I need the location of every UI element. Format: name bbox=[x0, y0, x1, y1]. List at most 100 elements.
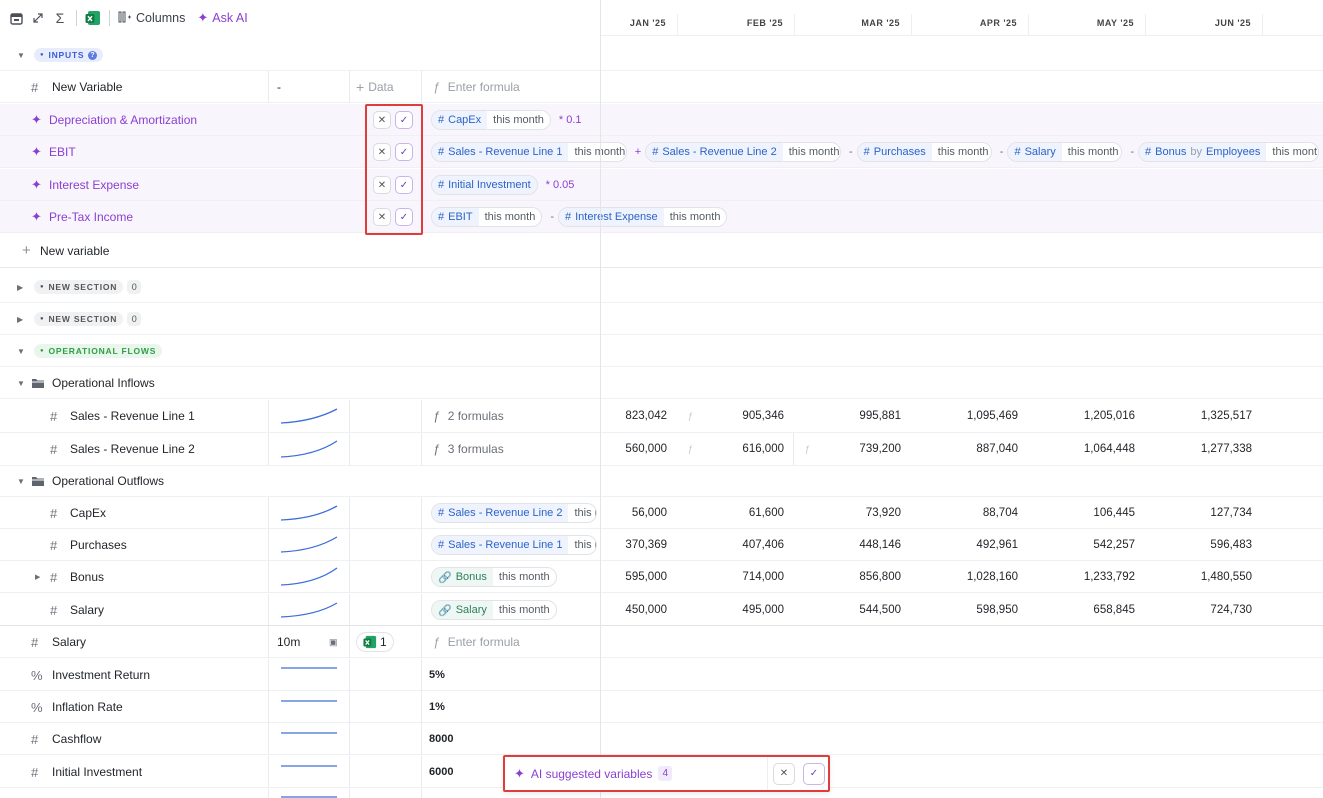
variable-row[interactable]: % Investment Return 5% bbox=[0, 659, 1323, 691]
variable-name[interactable]: EBIT bbox=[49, 136, 76, 168]
variable-row[interactable]: # Salary 10m ▣ 1 ƒ Enter formula bbox=[0, 626, 1323, 658]
variable-value[interactable]: - bbox=[277, 71, 281, 103]
excel-icon[interactable] bbox=[85, 10, 101, 26]
variable-row[interactable]: # Salary 🔗 Salary this month 450,000 495,0… bbox=[0, 594, 1323, 626]
formula-summary[interactable]: ƒ 3 formulas bbox=[433, 433, 504, 465]
formula-chip[interactable]: 🔗 Bonus this month bbox=[431, 567, 557, 587]
group-row[interactable]: ▼ Operational Inflows bbox=[0, 367, 1323, 399]
value-cell[interactable]: 407,406 bbox=[694, 529, 784, 561]
value-cell[interactable]: 73,920 bbox=[811, 497, 901, 529]
group-name[interactable]: Operational Inflows bbox=[52, 367, 155, 399]
variable-name[interactable]: Inflation Rate bbox=[52, 691, 123, 723]
ai-variable-row[interactable]: ✦ Pre-Tax Income ✕ ✓ # EBIT this month - #… bbox=[0, 201, 1323, 233]
value-cell[interactable]: 61,600 bbox=[694, 497, 784, 529]
group-row[interactable]: ▼ Operational Outflows bbox=[0, 465, 1323, 497]
variable-value[interactable]: 10m bbox=[277, 626, 300, 658]
variable-name[interactable]: Bonus bbox=[70, 561, 104, 593]
formula-chips[interactable]: 🔗 Bonus this month bbox=[431, 561, 561, 593]
variable-name[interactable]: Pre-Tax Income bbox=[49, 201, 133, 233]
ai-variable-row[interactable]: ✦ Depreciation & Amortization ✕ ✓ # CapEx… bbox=[0, 104, 1323, 136]
value-cell[interactable]: 598,950 bbox=[928, 594, 1018, 626]
caret-down-icon[interactable]: ▼ bbox=[17, 39, 25, 71]
section-header-inputs[interactable]: ▼ ● INPUTS ? bbox=[0, 39, 1323, 71]
value-cell[interactable]: 714,000 bbox=[694, 561, 784, 593]
caret-down-icon[interactable]: ▼ bbox=[17, 367, 25, 399]
value-cell[interactable]: 995,881 bbox=[811, 400, 901, 432]
variable-name[interactable]: Sales - Revenue Line 2 bbox=[70, 433, 195, 465]
variable-row[interactable]: # Sales - Revenue Line 2 ƒ 3 formulas 560… bbox=[0, 433, 1323, 466]
formula-chip[interactable]: # CapEx this month bbox=[431, 110, 551, 130]
value-cell[interactable]: 1,480,550 bbox=[1162, 561, 1252, 593]
formula-chip[interactable]: #Sales - Revenue Line 1this m bbox=[431, 535, 597, 555]
value-cell[interactable]: 596,483 bbox=[1162, 529, 1252, 561]
value-cell[interactable]: 1,277,338 bbox=[1162, 433, 1252, 465]
variable-name[interactable]: Interest Expense bbox=[49, 169, 139, 201]
accept-all-button[interactable]: ✓ bbox=[803, 757, 825, 790]
caret-right-icon[interactable]: ▶ bbox=[17, 303, 23, 335]
variable-row[interactable]: # Cashflow 8000 bbox=[0, 723, 1323, 755]
value-cell[interactable]: 905,346 bbox=[694, 400, 784, 432]
section-header[interactable]: ▶ ● NEW SECTION 0 bbox=[0, 271, 1323, 303]
value-cell[interactable]: 1,205,016 bbox=[1045, 400, 1135, 432]
value-cell[interactable]: 595,000 bbox=[577, 561, 667, 593]
variable-row[interactable]: % Inflation Rate 1% bbox=[0, 691, 1323, 723]
value-cell[interactable]: 127,734 bbox=[1162, 497, 1252, 529]
value-cell[interactable]: 370,369 bbox=[577, 529, 667, 561]
value-cell[interactable]: 542,257 bbox=[1045, 529, 1135, 561]
ai-variable-row[interactable]: ✦ Interest Expense ✕ ✓ # Initial Investme… bbox=[0, 169, 1323, 201]
formula-chip[interactable]: 🔗 Salary this month bbox=[431, 600, 557, 620]
variable-name[interactable]: Cashflow bbox=[52, 723, 101, 755]
variable-value[interactable]: 5% bbox=[429, 659, 445, 691]
formula-input[interactable]: ƒ Enter formula bbox=[433, 626, 520, 658]
variable-value[interactable]: 1% bbox=[429, 691, 445, 723]
formula-chips[interactable]: #Sales - Revenue Line 2this m bbox=[431, 497, 601, 529]
value-cell[interactable]: 492,961 bbox=[928, 529, 1018, 561]
value-cell[interactable]: 1,095,469 bbox=[928, 400, 1018, 432]
reject-all-button[interactable]: ✕ bbox=[773, 757, 795, 790]
ai-variable-row[interactable]: ✦ EBIT ✕ ✓ # Sales - Revenue Line 1 this m… bbox=[0, 136, 1323, 168]
caret-down-icon[interactable]: ▼ bbox=[17, 335, 25, 367]
variable-value[interactable]: 8000 bbox=[429, 723, 453, 755]
value-cell[interactable]: 560,000 bbox=[577, 433, 667, 465]
variable-row[interactable]: # New Variable - + Data ƒ Enter formula bbox=[0, 71, 1323, 103]
variable-row[interactable]: ▶ # Bonus 🔗 Bonus this month 595,000 714,0… bbox=[0, 561, 1323, 593]
caret-right-icon[interactable]: ▶ bbox=[35, 561, 40, 593]
variable-row[interactable]: # CapEx #Sales - Revenue Line 2this m 56… bbox=[0, 497, 1323, 529]
formula-chip[interactable]: # Interest Expense this month bbox=[558, 207, 728, 227]
formula-chips[interactable]: #Sales - Revenue Line 1this m bbox=[431, 529, 601, 561]
formula-chip[interactable]: # Purchases this month bbox=[856, 142, 992, 162]
value-cell[interactable]: 1,233,792 bbox=[1045, 561, 1135, 593]
formula-chips[interactable]: 🔗 Salary this month bbox=[431, 594, 561, 626]
value-cell[interactable]: 495,000 bbox=[694, 594, 784, 626]
formula-chip[interactable]: # Sales - Revenue Line 1 this month bbox=[431, 142, 627, 162]
value-cell[interactable]: 1,325,517 bbox=[1162, 400, 1252, 432]
ask-ai-button[interactable]: ✦ Ask AI bbox=[197, 10, 247, 26]
formula-chip[interactable]: # Bonus by Employees this mont bbox=[1138, 142, 1319, 162]
value-cell[interactable]: 887,040 bbox=[928, 433, 1018, 465]
formula-chips[interactable]: # Sales - Revenue Line 1 this month + # Sal… bbox=[431, 136, 1323, 168]
value-cell[interactable]: 616,000 bbox=[694, 433, 784, 465]
variable-name[interactable]: Depreciation & Amortization bbox=[49, 104, 197, 136]
sigma-icon[interactable]: Σ bbox=[52, 10, 68, 26]
value-cell[interactable]: 448,146 bbox=[811, 529, 901, 561]
value-cell[interactable]: 1,028,160 bbox=[928, 561, 1018, 593]
section-header-operational-flows[interactable]: ▼ ● OPERATIONAL FLOWS bbox=[0, 335, 1323, 367]
formula-chip[interactable]: # Sales - Revenue Line 2 this month bbox=[645, 142, 841, 162]
formula-chips[interactable]: # EBIT this month - # Interest Expense this … bbox=[431, 201, 731, 233]
formula-chips[interactable]: # Initial Investment * 0.05 bbox=[431, 169, 578, 201]
caret-down-icon[interactable]: ▼ bbox=[17, 465, 25, 497]
variable-row[interactable]: # Purchases # Sales - Revenue Line 1 this … bbox=[0, 529, 1323, 561]
variable-name[interactable]: New Variable bbox=[52, 71, 122, 103]
value-cell[interactable]: 823,042 bbox=[577, 400, 667, 432]
variable-value[interactable]: 6000 bbox=[429, 756, 453, 788]
formula-chip[interactable]: #Sales - Revenue Line 2this m bbox=[431, 503, 597, 523]
variable-name[interactable]: Salary bbox=[70, 594, 104, 626]
excel-source-button[interactable]: 1 bbox=[356, 626, 394, 658]
value-cell[interactable]: 856,800 bbox=[811, 561, 901, 593]
formula-input[interactable]: ƒ Enter formula bbox=[433, 71, 520, 103]
variable-name[interactable]: Purchases bbox=[70, 529, 127, 561]
value-cell[interactable]: 724,730 bbox=[1162, 594, 1252, 626]
variable-name[interactable]: Initial Investment bbox=[52, 756, 142, 788]
value-cell[interactable]: 658,845 bbox=[1045, 594, 1135, 626]
variable-name[interactable]: CapEx bbox=[70, 497, 106, 529]
